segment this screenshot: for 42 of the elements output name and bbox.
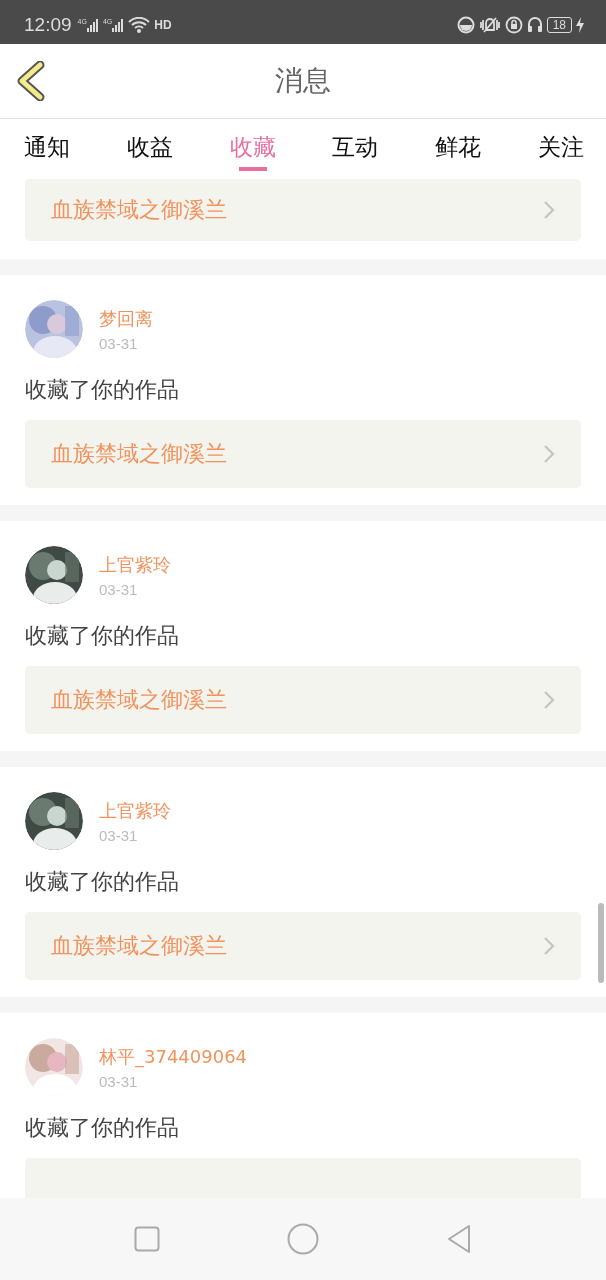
signal-icon bbox=[86, 18, 99, 32]
tab[interactable]: 收益 bbox=[112, 119, 187, 171]
circle-status-icon bbox=[456, 16, 475, 34]
work-link[interactable]: 血族禁域之御溪兰 bbox=[25, 179, 581, 241]
chevron-right-icon bbox=[543, 444, 555, 464]
headphones-icon bbox=[526, 16, 543, 34]
action-text: 收藏了你的作品 bbox=[25, 1114, 180, 1142]
work-link[interactable]: 血族禁域之御溪兰 bbox=[25, 912, 581, 980]
chevron-right-icon bbox=[543, 936, 555, 956]
date: 03-31 bbox=[99, 580, 139, 598]
signal-icon bbox=[112, 18, 125, 32]
tab[interactable]: 关注 bbox=[524, 119, 598, 171]
tab[interactable]: 通知 bbox=[10, 119, 84, 171]
work-link[interactable]: 血族禁域之御溪兰 bbox=[25, 420, 581, 488]
date: 03-31 bbox=[99, 1072, 139, 1090]
date: 03-31 bbox=[99, 826, 139, 844]
user-name[interactable]: 林平_374409064 bbox=[99, 1044, 248, 1069]
user-name[interactable]: 上官紫玲 bbox=[99, 798, 171, 823]
user-name[interactable]: 梦回离 bbox=[99, 306, 153, 331]
back-button[interactable] bbox=[16, 61, 46, 101]
tab[interactable]: 收藏 bbox=[215, 119, 290, 171]
action-text: 收藏了你的作品 bbox=[25, 376, 180, 404]
vibrate-icon bbox=[478, 16, 501, 34]
date: 03-31 bbox=[99, 334, 139, 352]
clock-time: 12:09 bbox=[24, 14, 72, 36]
chevron-right-icon bbox=[543, 690, 555, 710]
charging-icon bbox=[576, 17, 584, 33]
back-nav-button[interactable] bbox=[446, 1224, 473, 1254]
action-text: 收藏了你的作品 bbox=[25, 622, 180, 650]
home-button[interactable] bbox=[287, 1223, 319, 1255]
recent-apps-button[interactable] bbox=[133, 1226, 160, 1252]
chevron-right-icon bbox=[543, 200, 555, 220]
tab[interactable]: 鲜花 bbox=[421, 119, 496, 171]
action-text: 收藏了你的作品 bbox=[25, 868, 180, 896]
user-name[interactable]: 上官紫玲 bbox=[99, 552, 171, 577]
wifi-icon bbox=[128, 17, 151, 33]
page-title: 消息 bbox=[275, 63, 331, 99]
hd-voice-label: HD bbox=[154, 18, 172, 32]
battery-level: 18 bbox=[546, 17, 572, 33]
lock-rotation-icon bbox=[504, 16, 523, 34]
tab[interactable]: 互动 bbox=[318, 119, 393, 171]
work-link[interactable]: 血族禁域之御溪兰 bbox=[25, 666, 581, 734]
